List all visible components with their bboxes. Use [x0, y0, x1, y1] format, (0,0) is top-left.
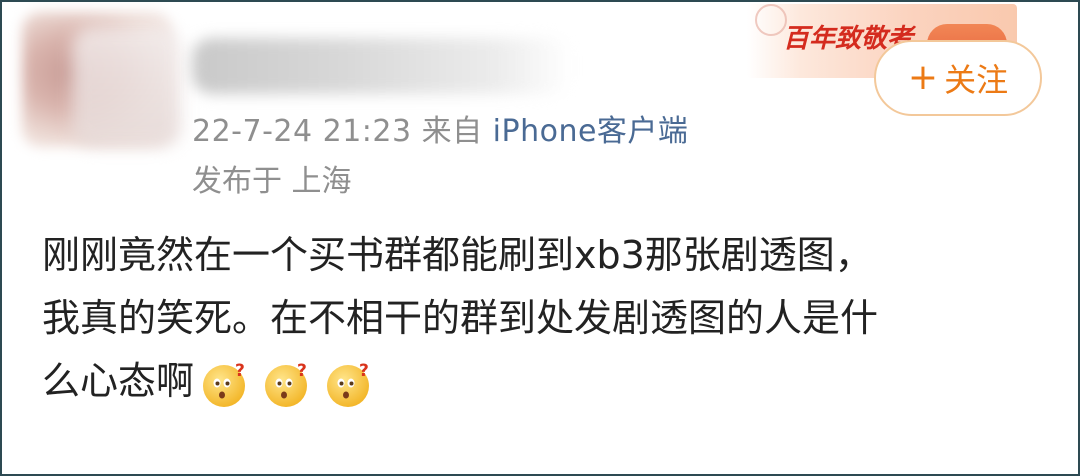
confused-face-icon: ? — [200, 359, 250, 409]
follow-label: 关注 — [944, 61, 1009, 99]
svg-text:?: ? — [297, 361, 307, 381]
source-prefix: 来自 — [421, 114, 483, 149]
avatar-blur-overlay — [72, 27, 182, 147]
svg-text:?: ? — [359, 361, 369, 381]
post-text: 刚刚竟然在一个买书群都能刷到xb3那张剧透图， 我真的笑死。在不相干的群到处发剧… — [42, 224, 1042, 413]
post-timestamp: 22-7-24 21:23 — [192, 114, 412, 149]
svg-text:?: ? — [235, 361, 245, 381]
source-link[interactable]: iPhone客户端 — [493, 114, 689, 149]
post-meta: 22-7-24 21:23 来自 iPhone客户端 — [192, 106, 688, 150]
post-text-line-last: 么心态啊??? — [42, 350, 1042, 413]
post-location: 发布于 上海 — [192, 164, 352, 199]
plus-icon: + — [907, 57, 939, 98]
emoji-group: ??? — [200, 359, 374, 409]
weibo-post-card: 22-7-24 21:23 来自 iPhone客户端 发布于 上海 百年致敬者 … — [0, 0, 1080, 476]
username-blurred[interactable] — [192, 38, 572, 94]
post-text-line: 刚刚竟然在一个买书群都能刷到xb3那张剧透图， — [42, 233, 873, 277]
post-text-line-content: 么心态啊 — [42, 359, 195, 403]
post-text-line: 我真的笑死。在不相干的群到处发剧透图的人是什 — [42, 296, 879, 340]
confused-face-icon: ? — [324, 359, 374, 409]
confused-face-icon: ? — [262, 359, 312, 409]
follow-button[interactable]: + 关注 — [874, 40, 1042, 116]
